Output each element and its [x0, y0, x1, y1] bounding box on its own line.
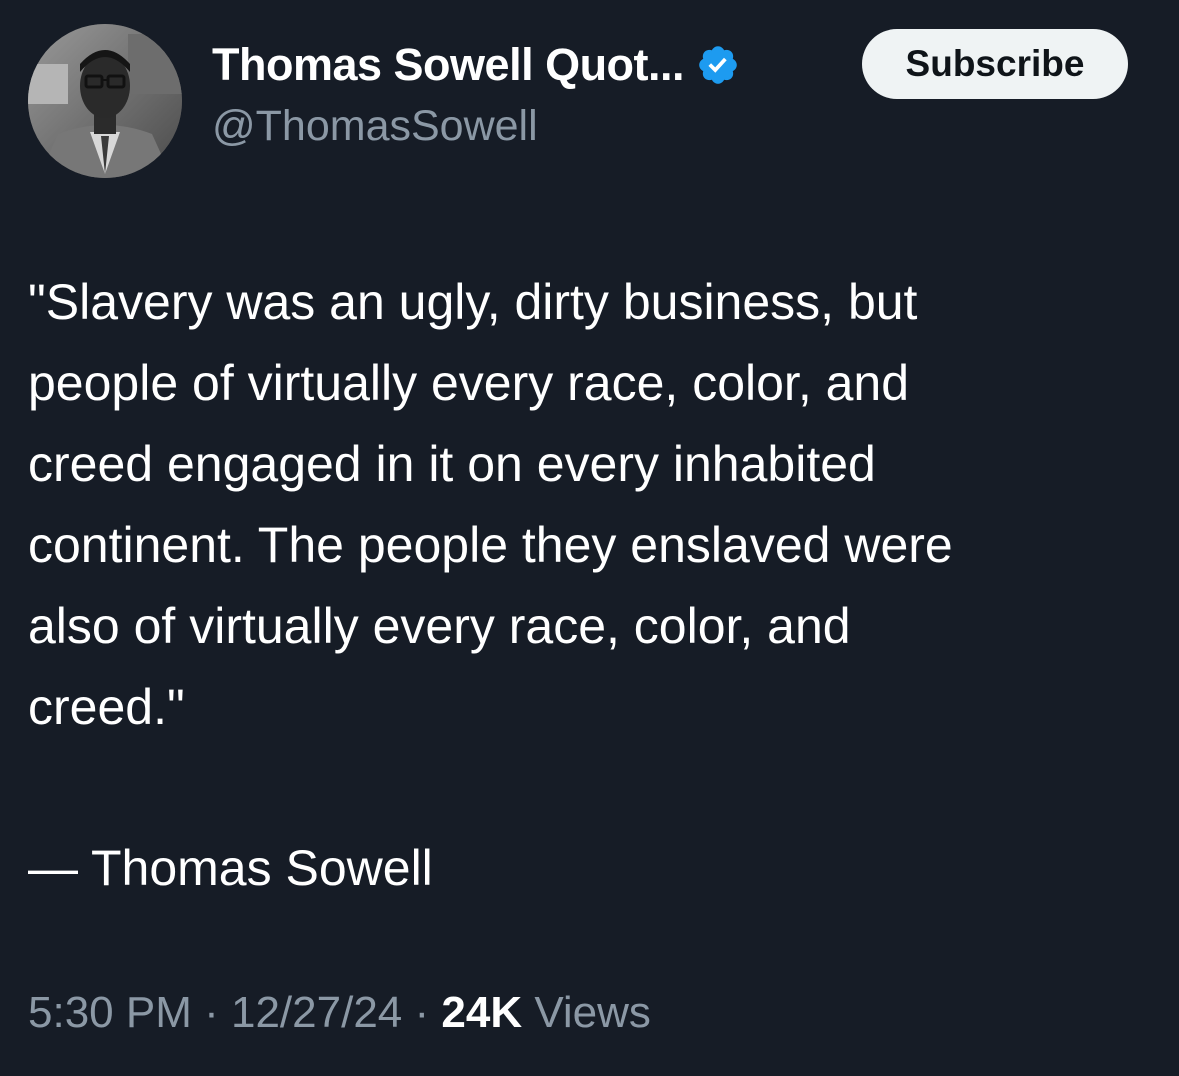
- views-label[interactable]: Views: [522, 988, 651, 1037]
- author-name-row[interactable]: Thomas Sowell Quot...: [212, 36, 740, 94]
- meta-separator: ·: [402, 988, 442, 1037]
- author-handle[interactable]: @ThomasSowell: [212, 102, 538, 151]
- meta-separator: ·: [191, 988, 231, 1037]
- avatar[interactable]: [28, 24, 182, 178]
- tweet-text: "Slavery was an ugly, dirty business, bu…: [28, 274, 953, 735]
- avatar-photo: [28, 24, 182, 178]
- tweet-time[interactable]: 5:30 PM: [28, 988, 192, 1037]
- views-count[interactable]: 24K: [441, 988, 522, 1037]
- quote-attribution: — Thomas Sowell: [28, 840, 433, 896]
- subscribe-button[interactable]: Subscribe: [862, 29, 1128, 99]
- author-display-name[interactable]: Thomas Sowell Quot...: [212, 39, 685, 91]
- verified-badge-icon[interactable]: [696, 43, 740, 87]
- tweet-date[interactable]: 12/27/24: [231, 988, 402, 1037]
- tweet-meta: 5:30 PM · 12/27/24 · 24K Views: [28, 988, 651, 1038]
